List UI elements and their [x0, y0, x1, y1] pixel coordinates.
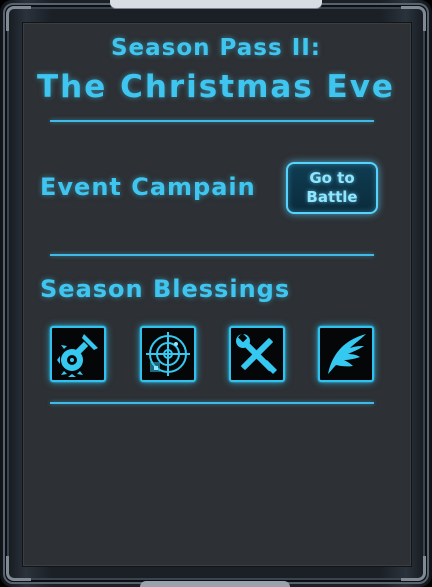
divider	[50, 120, 374, 122]
go-to-battle-label-line2: Battle	[306, 188, 358, 206]
event-campaign-label: Event Campain	[40, 173, 256, 201]
blessing-slot-3[interactable]	[229, 326, 285, 382]
wrench-screwdriver-icon	[236, 333, 277, 374]
season-pass-title: Season Pass II:	[110, 35, 322, 61]
blessing-slot-2[interactable]	[140, 326, 196, 382]
wing-icon	[328, 334, 366, 374]
go-to-battle-label-line1: Go to	[309, 169, 355, 187]
frame-bottom-notch	[140, 581, 290, 587]
season-name-title: The Christmas Eve	[37, 69, 395, 105]
saw-blade-sword-icon	[57, 334, 98, 377]
go-to-battle-button[interactable]: Go to Battle	[286, 162, 378, 214]
frame-top-notch	[110, 0, 322, 8]
divider	[50, 402, 374, 404]
radar-target-icon	[146, 332, 190, 376]
blessing-slot-1[interactable]	[50, 326, 106, 382]
divider	[50, 254, 374, 256]
blessing-slot-4[interactable]	[318, 326, 374, 382]
season-blessings-label: Season Blessings	[40, 275, 291, 303]
